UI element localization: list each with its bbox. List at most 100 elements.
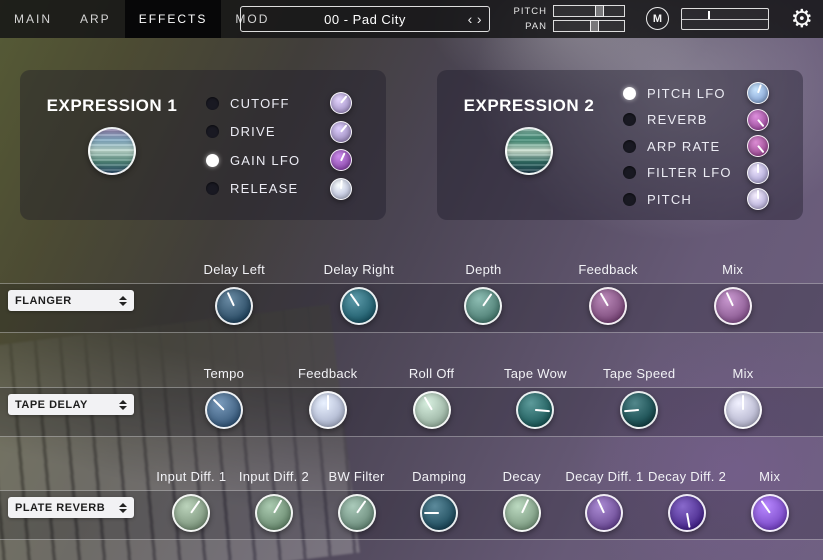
- knob-needle: [757, 190, 759, 199]
- meter-tick: [708, 11, 710, 19]
- knob-gain-lfo[interactable]: [330, 149, 352, 171]
- knob-cutoff[interactable]: [330, 92, 352, 114]
- knob-damping[interactable]: [420, 494, 458, 532]
- expression-option-reverb[interactable]: REVERB: [623, 109, 769, 131]
- knob-feedback[interactable]: [589, 287, 627, 325]
- knob-cell-feedback: Feedback: [276, 365, 380, 429]
- effect-slot-2: TAPE DELAY TempoFeedbackRoll OffTape Wow…: [0, 365, 823, 461]
- knob-input-diff-2[interactable]: [255, 494, 293, 532]
- knob-needle: [597, 499, 605, 513]
- knob-cell-input-diff-1: Input Diff. 1: [150, 468, 233, 532]
- radio-cutoff[interactable]: [206, 97, 219, 110]
- knob-pitch[interactable]: [747, 188, 769, 210]
- effect-3-knob-row: Input Diff. 1Input Diff. 2BW FilterDampi…: [150, 468, 811, 532]
- knob-needle: [757, 84, 762, 93]
- expression-option-filter-lfo[interactable]: FILTER LFO: [623, 162, 769, 184]
- knob-reverb[interactable]: [747, 109, 769, 131]
- pan-slider[interactable]: [553, 20, 625, 32]
- knob-label: Feedback: [578, 261, 638, 279]
- knob-filter-lfo[interactable]: [747, 162, 769, 184]
- radio-pitch-lfo[interactable]: [623, 87, 636, 100]
- knob-label: Roll Off: [409, 365, 455, 383]
- tab-effects[interactable]: EFFECTS: [125, 0, 222, 38]
- knob-tape-speed[interactable]: [620, 391, 658, 429]
- preset-name: 00 - Pad City: [324, 12, 406, 27]
- knob-decay-diff-2[interactable]: [668, 494, 706, 532]
- effect-slot-1: FLANGER Delay LeftDelay RightDepthFeedba…: [0, 261, 823, 357]
- knob-arp-rate[interactable]: [747, 135, 769, 157]
- expression-option-cutoff[interactable]: CUTOFF: [206, 92, 352, 114]
- preset-prev-icon[interactable]: ‹: [468, 11, 473, 27]
- knob-needle: [760, 500, 770, 513]
- knob-cell-decay: Decay: [481, 468, 564, 532]
- knob-roll-off[interactable]: [413, 391, 451, 429]
- knob-depth[interactable]: [464, 287, 502, 325]
- radio-pitch[interactable]: [623, 193, 636, 206]
- option-label: CUTOFF: [230, 96, 290, 111]
- pan-slider-handle[interactable]: [590, 20, 599, 32]
- mono-button[interactable]: M: [646, 7, 669, 30]
- knob-pitch-lfo[interactable]: [747, 82, 769, 104]
- knob-needle: [757, 145, 764, 153]
- knob-drive[interactable]: [330, 121, 352, 143]
- pitch-slider[interactable]: [553, 5, 625, 17]
- knob-mix[interactable]: [751, 494, 789, 532]
- knob-label: Decay: [503, 468, 541, 486]
- knob-cell-damping: Damping: [398, 468, 481, 532]
- expression-option-drive[interactable]: DRIVE: [206, 121, 352, 143]
- radio-gain-lfo[interactable]: [206, 154, 219, 167]
- knob-label: Mix: [722, 261, 743, 279]
- knob-decay[interactable]: [503, 494, 541, 532]
- knob-needle: [340, 180, 343, 189]
- tab-arp[interactable]: ARP: [66, 0, 125, 38]
- expression-option-pitch[interactable]: PITCH: [623, 188, 769, 210]
- expression-option-release[interactable]: RELEASE: [206, 178, 352, 200]
- knob-tape-wow[interactable]: [516, 391, 554, 429]
- output-level-meter: [681, 8, 769, 30]
- knob-needle: [535, 409, 550, 412]
- effect-3-selector[interactable]: PLATE REVERB: [8, 497, 134, 518]
- knob-delay-left[interactable]: [215, 287, 253, 325]
- radio-filter-lfo[interactable]: [623, 166, 636, 179]
- radio-reverb[interactable]: [623, 113, 636, 126]
- effect-2-selector[interactable]: TAPE DELAY: [8, 394, 134, 415]
- knob-release[interactable]: [330, 178, 352, 200]
- expression-option-arp-rate[interactable]: ARP RATE: [623, 135, 769, 157]
- knob-label: Feedback: [298, 365, 358, 383]
- knob-cell-tempo: Tempo: [172, 365, 276, 429]
- preset-selector[interactable]: 00 - Pad City ‹ ›: [240, 6, 490, 32]
- pitch-slider-handle[interactable]: [595, 5, 604, 17]
- knob-mix[interactable]: [724, 391, 762, 429]
- settings-gear-icon[interactable]: ⚙: [791, 2, 813, 36]
- knob-bw-filter[interactable]: [338, 494, 376, 532]
- knob-label: BW Filter: [328, 468, 384, 486]
- knob-label: Tempo: [204, 365, 245, 383]
- expression-option-pitch-lfo[interactable]: PITCH LFO: [623, 82, 769, 104]
- expression-option-gain-lfo[interactable]: GAIN LFO: [206, 149, 352, 171]
- effect-2-name: TAPE DELAY: [15, 399, 88, 411]
- knob-delay-right[interactable]: [340, 287, 378, 325]
- expression-1-knob[interactable]: [88, 127, 136, 175]
- knob-needle: [757, 164, 759, 173]
- knob-needle: [190, 500, 200, 513]
- knob-cell-delay-left: Delay Left: [172, 261, 297, 325]
- knob-feedback[interactable]: [309, 391, 347, 429]
- knob-needle: [521, 499, 529, 513]
- radio-release[interactable]: [206, 182, 219, 195]
- knob-decay-diff-1[interactable]: [585, 494, 623, 532]
- pitch-label: PITCH: [505, 6, 547, 17]
- radio-arp-rate[interactable]: [623, 140, 636, 153]
- knob-needle: [424, 512, 439, 514]
- preset-next-icon[interactable]: ›: [477, 11, 482, 27]
- expression-2-options: PITCH LFO REVERB ARP RATE FILTER LFO PITCH: [623, 82, 769, 210]
- knob-mix[interactable]: [714, 287, 752, 325]
- effect-1-selector[interactable]: FLANGER: [8, 290, 134, 311]
- knob-tempo[interactable]: [205, 391, 243, 429]
- tab-main[interactable]: MAIN: [0, 0, 66, 38]
- option-label: REVERB: [647, 112, 708, 127]
- knob-needle: [600, 293, 609, 307]
- knob-input-diff-1[interactable]: [172, 494, 210, 532]
- radio-drive[interactable]: [206, 125, 219, 138]
- expression-2-knob[interactable]: [505, 127, 553, 175]
- knob-cell-tape-speed: Tape Speed: [587, 365, 691, 429]
